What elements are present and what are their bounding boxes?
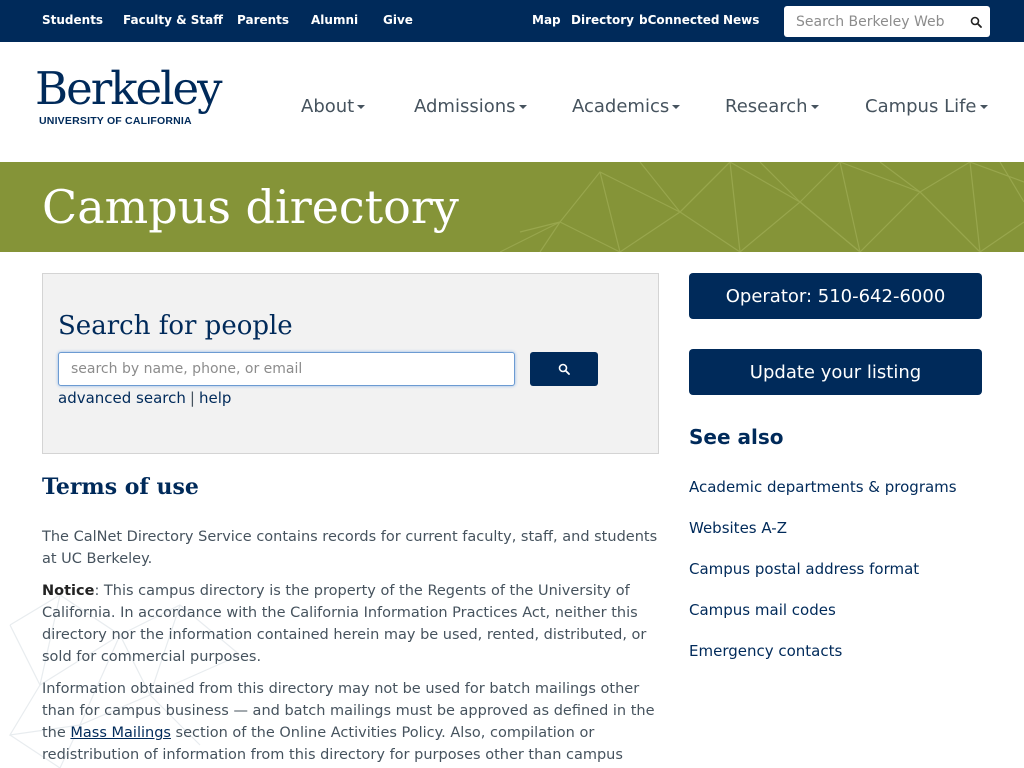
toplink-parents[interactable]: Parents	[237, 13, 289, 27]
nav-research[interactable]: Research	[725, 96, 819, 117]
terms-paragraph: The CalNet Directory Service contains re…	[42, 529, 658, 567]
search-links: advanced search | help	[58, 389, 231, 407]
triangle-pattern-decoration	[500, 162, 1024, 252]
site-header: Berkeley UNIVERSITY OF CALIFORNIA About …	[0, 42, 1024, 162]
site-search-button[interactable]	[962, 6, 990, 37]
toplink-alumni[interactable]: Alumni	[311, 13, 358, 27]
link-websites-a-z[interactable]: Websites A-Z	[689, 519, 787, 537]
site-search-input[interactable]	[784, 6, 962, 37]
toplink-news[interactable]: News	[723, 13, 759, 27]
toplink-directory[interactable]: Directory	[571, 13, 634, 27]
operator-button[interactable]: Operator: 510-642-6000	[689, 273, 982, 319]
page-title: Campus directory	[42, 180, 459, 234]
people-search-title: Search for people	[58, 311, 293, 341]
nav-admissions-label: Admissions	[414, 96, 516, 117]
terms-body: The CalNet Directory Service contains re…	[42, 526, 662, 768]
nav-about[interactable]: About	[301, 96, 366, 117]
nav-research-label: Research	[725, 96, 808, 117]
berkeley-logo[interactable]: Berkeley UNIVERSITY OF CALIFORNIA	[35, 63, 223, 133]
advanced-search-link[interactable]: advanced search	[58, 389, 186, 407]
logo-wordmark: Berkeley	[35, 62, 223, 115]
nav-about-label: About	[301, 96, 355, 117]
toplink-bconnected[interactable]: bConnected	[639, 13, 719, 27]
notice-text: : This campus directory is the property …	[42, 583, 647, 665]
mailing-paragraph: Information obtained from this directory…	[42, 678, 662, 768]
link-separator: |	[189, 389, 195, 407]
link-academic-departments[interactable]: Academic departments & programs	[689, 478, 957, 496]
nav-campus-life[interactable]: Campus Life	[865, 96, 988, 117]
toplink-give[interactable]: Give	[383, 13, 413, 27]
notice-paragraph: Notice: This campus directory is the pro…	[42, 580, 662, 668]
see-also-heading: See also	[689, 425, 784, 449]
utility-bar: Students Faculty & Staff Parents Alumni …	[0, 0, 1024, 42]
nav-admissions[interactable]: Admissions	[414, 96, 527, 117]
toplink-map[interactable]: Map	[532, 13, 561, 27]
site-search	[784, 6, 990, 37]
link-emergency-contacts[interactable]: Emergency contacts	[689, 642, 842, 660]
nav-academics[interactable]: Academics	[572, 96, 681, 117]
toplink-students[interactable]: Students	[42, 13, 103, 27]
page-banner: Campus directory	[0, 162, 1024, 252]
nav-campus-life-label: Campus Life	[865, 96, 977, 117]
link-postal-address-format[interactable]: Campus postal address format	[689, 560, 919, 578]
people-search-button[interactable]	[530, 352, 598, 386]
terms-title: Terms of use	[42, 474, 199, 500]
logo-subtitle: UNIVERSITY OF CALIFORNIA	[39, 115, 192, 127]
caret-down-icon	[672, 105, 681, 109]
search-icon	[558, 363, 570, 375]
people-search-panel: Search for people advanced search|help	[42, 273, 659, 454]
link-campus-mail-codes[interactable]: Campus mail codes	[689, 601, 836, 619]
notice-label: Notice	[42, 583, 95, 599]
help-link[interactable]: help	[199, 389, 231, 407]
update-listing-button[interactable]: Update your listing	[689, 349, 982, 395]
nav-academics-label: Academics	[572, 96, 670, 117]
caret-down-icon	[357, 105, 366, 109]
people-search-input[interactable]	[58, 352, 515, 386]
caret-down-icon	[810, 105, 819, 109]
mass-mailings-link[interactable]: Mass Mailings	[70, 725, 171, 741]
caret-down-icon	[979, 105, 988, 109]
caret-down-icon	[518, 105, 527, 109]
search-icon	[970, 16, 982, 28]
toplink-faculty-staff[interactable]: Faculty & Staff	[123, 13, 223, 27]
